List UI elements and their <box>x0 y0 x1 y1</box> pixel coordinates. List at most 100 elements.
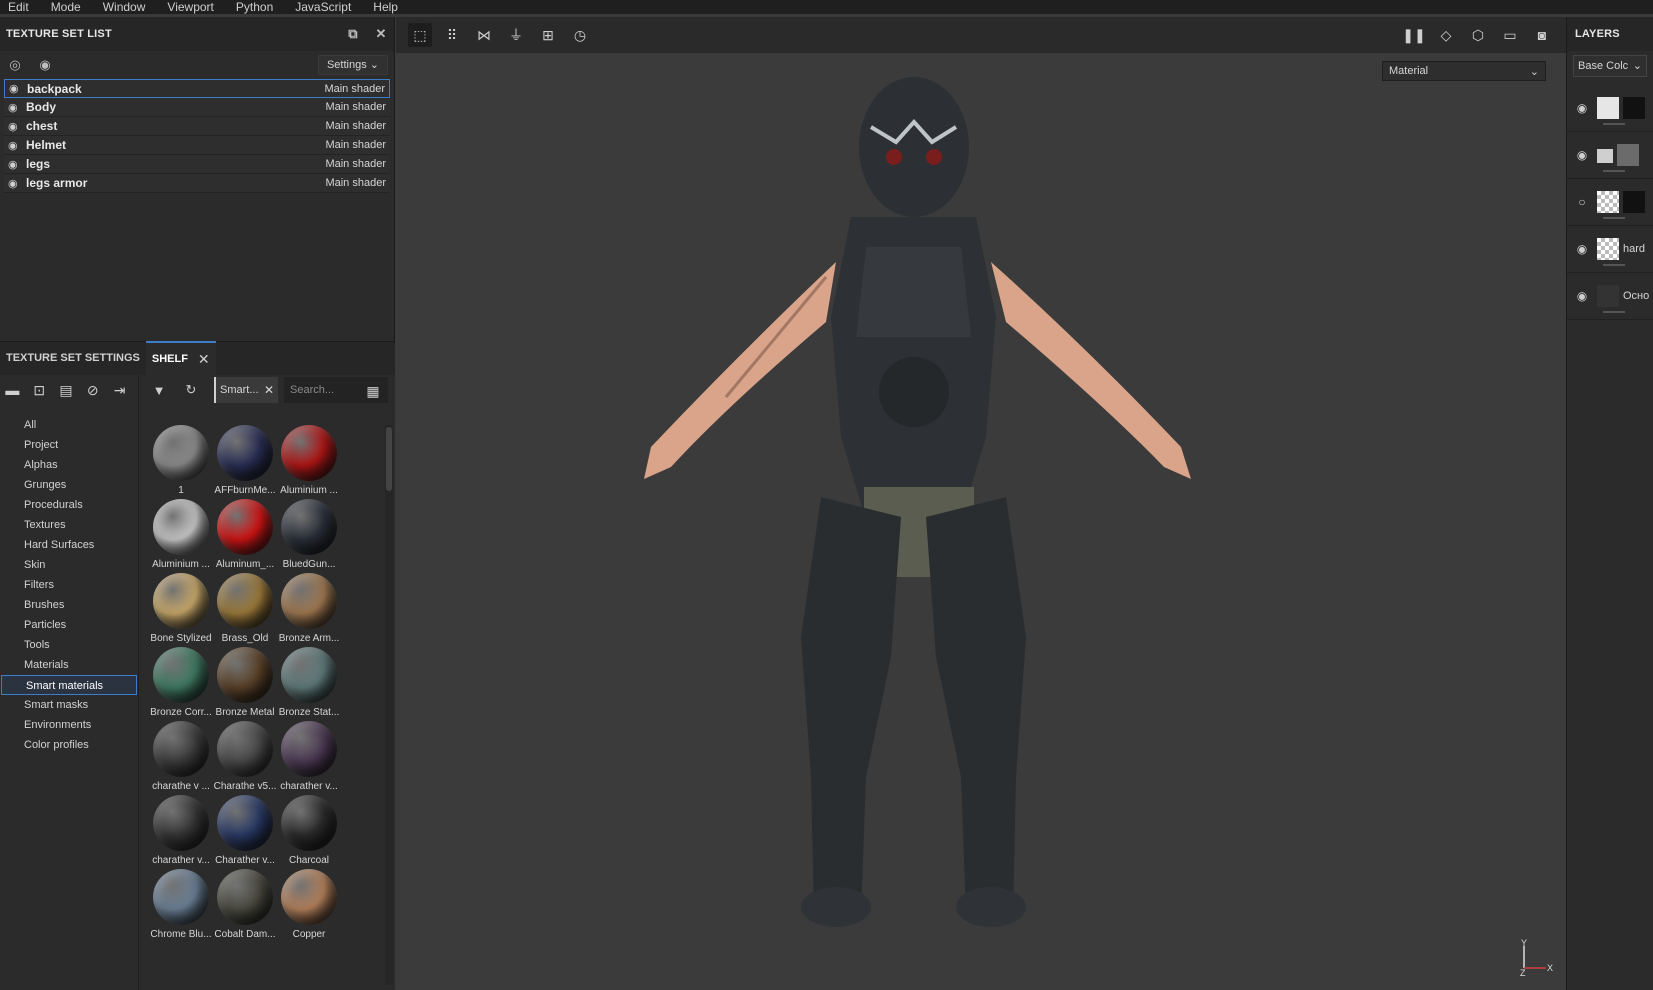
shader-name[interactable]: Main shader <box>325 101 386 113</box>
category-item[interactable]: Smart materials <box>1 675 137 695</box>
channel-dropdown[interactable]: Base Colc ⌄ <box>1573 55 1647 77</box>
save-icon[interactable]: ▤ <box>58 381 75 399</box>
tab-texture-set-settings[interactable]: TEXTURE SET SETTINGS <box>0 341 146 375</box>
material-thumbnail[interactable]: Copper <box>276 869 342 943</box>
material-thumbnail[interactable]: Bronze Stat... <box>276 647 342 721</box>
menu-mode[interactable]: Mode <box>51 0 81 14</box>
material-thumbnail[interactable]: charather v... <box>148 795 214 869</box>
category-item[interactable]: Smart masks <box>0 695 138 715</box>
layer-row[interactable]: ○ <box>1567 179 1653 226</box>
material-thumbnail[interactable]: Cobalt Dam... <box>212 869 278 943</box>
texture-set-row[interactable]: ◉ legs armor Main shader <box>4 174 390 193</box>
shelf-scrollbar[interactable] <box>385 425 393 985</box>
material-thumbnail[interactable]: BluedGun... <box>276 499 342 573</box>
material-thumbnail[interactable]: Bronze Arm... <box>276 573 342 647</box>
texture-set-row[interactable]: ◉ chest Main shader <box>4 117 390 136</box>
category-item[interactable]: All <box>0 415 138 435</box>
texture-set-name: Body <box>26 100 56 114</box>
layer-row[interactable]: ◉ hard <box>1567 226 1653 273</box>
shader-name[interactable]: Main shader <box>325 120 386 132</box>
category-item[interactable]: Filters <box>0 575 138 595</box>
layer-row[interactable]: ◉ <box>1567 85 1653 132</box>
material-thumbnail[interactable]: AFFburnMe... <box>212 425 278 499</box>
eye-icon[interactable]: ◉ <box>8 139 22 152</box>
close-icon[interactable]: ✕ <box>374 27 388 41</box>
undock-icon[interactable]: ⧉ <box>346 27 360 41</box>
category-item[interactable]: Materials <box>0 655 138 675</box>
category-item[interactable]: Project <box>0 435 138 455</box>
material-thumbnail[interactable]: Chrome Blu... <box>148 869 214 943</box>
material-thumbnail[interactable]: charathe v ... <box>148 721 214 795</box>
close-icon[interactable]: ✕ <box>198 351 210 368</box>
settings-button[interactable]: Settings ⌄ <box>317 55 388 75</box>
shader-name[interactable]: Main shader <box>325 177 386 189</box>
material-thumbnail[interactable]: Aluminium ... <box>276 425 342 499</box>
material-label: charather v... <box>280 781 338 792</box>
material-thumbnail[interactable]: Bone Stylized <box>148 573 214 647</box>
menu-edit[interactable]: Edit <box>8 0 29 14</box>
material-thumbnail[interactable]: 1 <box>148 425 214 499</box>
grid-view-icon[interactable]: ▦ <box>365 383 381 399</box>
layer-row[interactable]: ◉ <box>1567 132 1653 179</box>
category-item[interactable]: Particles <box>0 615 138 635</box>
show-all-icon[interactable]: ◉ <box>36 56 54 74</box>
eye-icon[interactable]: ◉ <box>1573 148 1591 162</box>
hide-all-icon[interactable]: ◎ <box>6 56 24 74</box>
clear-filter-icon[interactable]: ✕ <box>264 383 274 397</box>
new-document-icon[interactable]: ⊡ <box>31 381 48 399</box>
category-item[interactable]: Textures <box>0 515 138 535</box>
material-thumbnail[interactable]: Charcoal <box>276 795 342 869</box>
material-thumbnail[interactable]: Bronze Metal <box>212 647 278 721</box>
filter-icon[interactable]: ▼ <box>150 383 168 398</box>
shader-name[interactable]: Main shader <box>325 139 386 151</box>
viewport[interactable]: ⬚ ⠿ ⋈ ⏚ ⊞ ◷ ❚❚ ◇ ⬡ ▭ ◙ Material ⌄ Y Z X <box>396 17 1566 990</box>
eye-icon[interactable]: ◉ <box>8 177 22 190</box>
layer-row[interactable]: ◉ Осно <box>1567 273 1653 320</box>
hide-icon[interactable]: ⊘ <box>84 381 101 399</box>
eye-icon[interactable]: ◉ <box>1573 101 1591 115</box>
material-thumbnail[interactable]: Charathe v5... <box>212 721 278 795</box>
shader-name[interactable]: Main shader <box>324 83 385 95</box>
menu-window[interactable]: Window <box>103 0 146 14</box>
category-item[interactable]: Procedurals <box>0 495 138 515</box>
category-item[interactable]: Color profiles <box>0 735 138 755</box>
texture-set-row[interactable]: ◉ legs Main shader <box>4 155 390 174</box>
texture-set-row[interactable]: ◉ Body Main shader <box>4 98 390 117</box>
menu-javascript[interactable]: JavaScript <box>295 0 351 14</box>
menu-python[interactable]: Python <box>236 0 273 14</box>
category-item[interactable]: Skin <box>0 555 138 575</box>
material-thumbnail[interactable]: Aluminum_... <box>212 499 278 573</box>
tab-shelf[interactable]: SHELF ✕ <box>145 341 216 375</box>
eye-icon[interactable]: ◉ <box>1573 289 1591 303</box>
shader-name[interactable]: Main shader <box>325 158 386 170</box>
category-item[interactable]: Hard Surfaces <box>0 535 138 555</box>
category-item[interactable]: Tools <box>0 635 138 655</box>
eye-icon[interactable]: ◉ <box>9 82 23 95</box>
eye-icon[interactable]: ○ <box>1573 195 1591 209</box>
refresh-icon[interactable]: ↻ <box>182 382 200 398</box>
material-preview-sphere <box>217 795 273 851</box>
menu-viewport[interactable]: Viewport <box>167 0 213 14</box>
category-item[interactable]: Environments <box>0 715 138 735</box>
texture-set-row[interactable]: ◉ backpack Main shader <box>4 79 390 98</box>
category-item[interactable]: Brushes <box>0 595 138 615</box>
material-thumbnail[interactable]: Charather v... <box>212 795 278 869</box>
folder-icon[interactable]: ▬ <box>4 381 21 399</box>
filter-chip[interactable]: Smart... ✕ <box>214 377 278 403</box>
texture-set-row[interactable]: ◉ Helmet Main shader <box>4 136 390 155</box>
material-preview-sphere <box>153 721 209 777</box>
eye-icon[interactable]: ◉ <box>8 101 22 114</box>
eye-icon[interactable]: ◉ <box>1573 242 1591 256</box>
material-thumbnail[interactable]: Aluminium ... <box>148 499 214 573</box>
material-thumbnail[interactable]: Bronze Corr... <box>148 647 214 721</box>
material-thumbnail[interactable]: charather v... <box>276 721 342 795</box>
character-model <box>644 77 1191 927</box>
category-item[interactable]: Grunges <box>0 475 138 495</box>
menu-help[interactable]: Help <box>373 0 398 14</box>
category-item[interactable]: Alphas <box>0 455 138 475</box>
eye-icon[interactable]: ◉ <box>8 120 22 133</box>
eye-icon[interactable]: ◉ <box>8 158 22 171</box>
material-thumbnail[interactable]: Brass_Old <box>212 573 278 647</box>
material-label: Aluminium ... <box>280 485 338 496</box>
import-icon[interactable]: ⇥ <box>111 381 128 399</box>
